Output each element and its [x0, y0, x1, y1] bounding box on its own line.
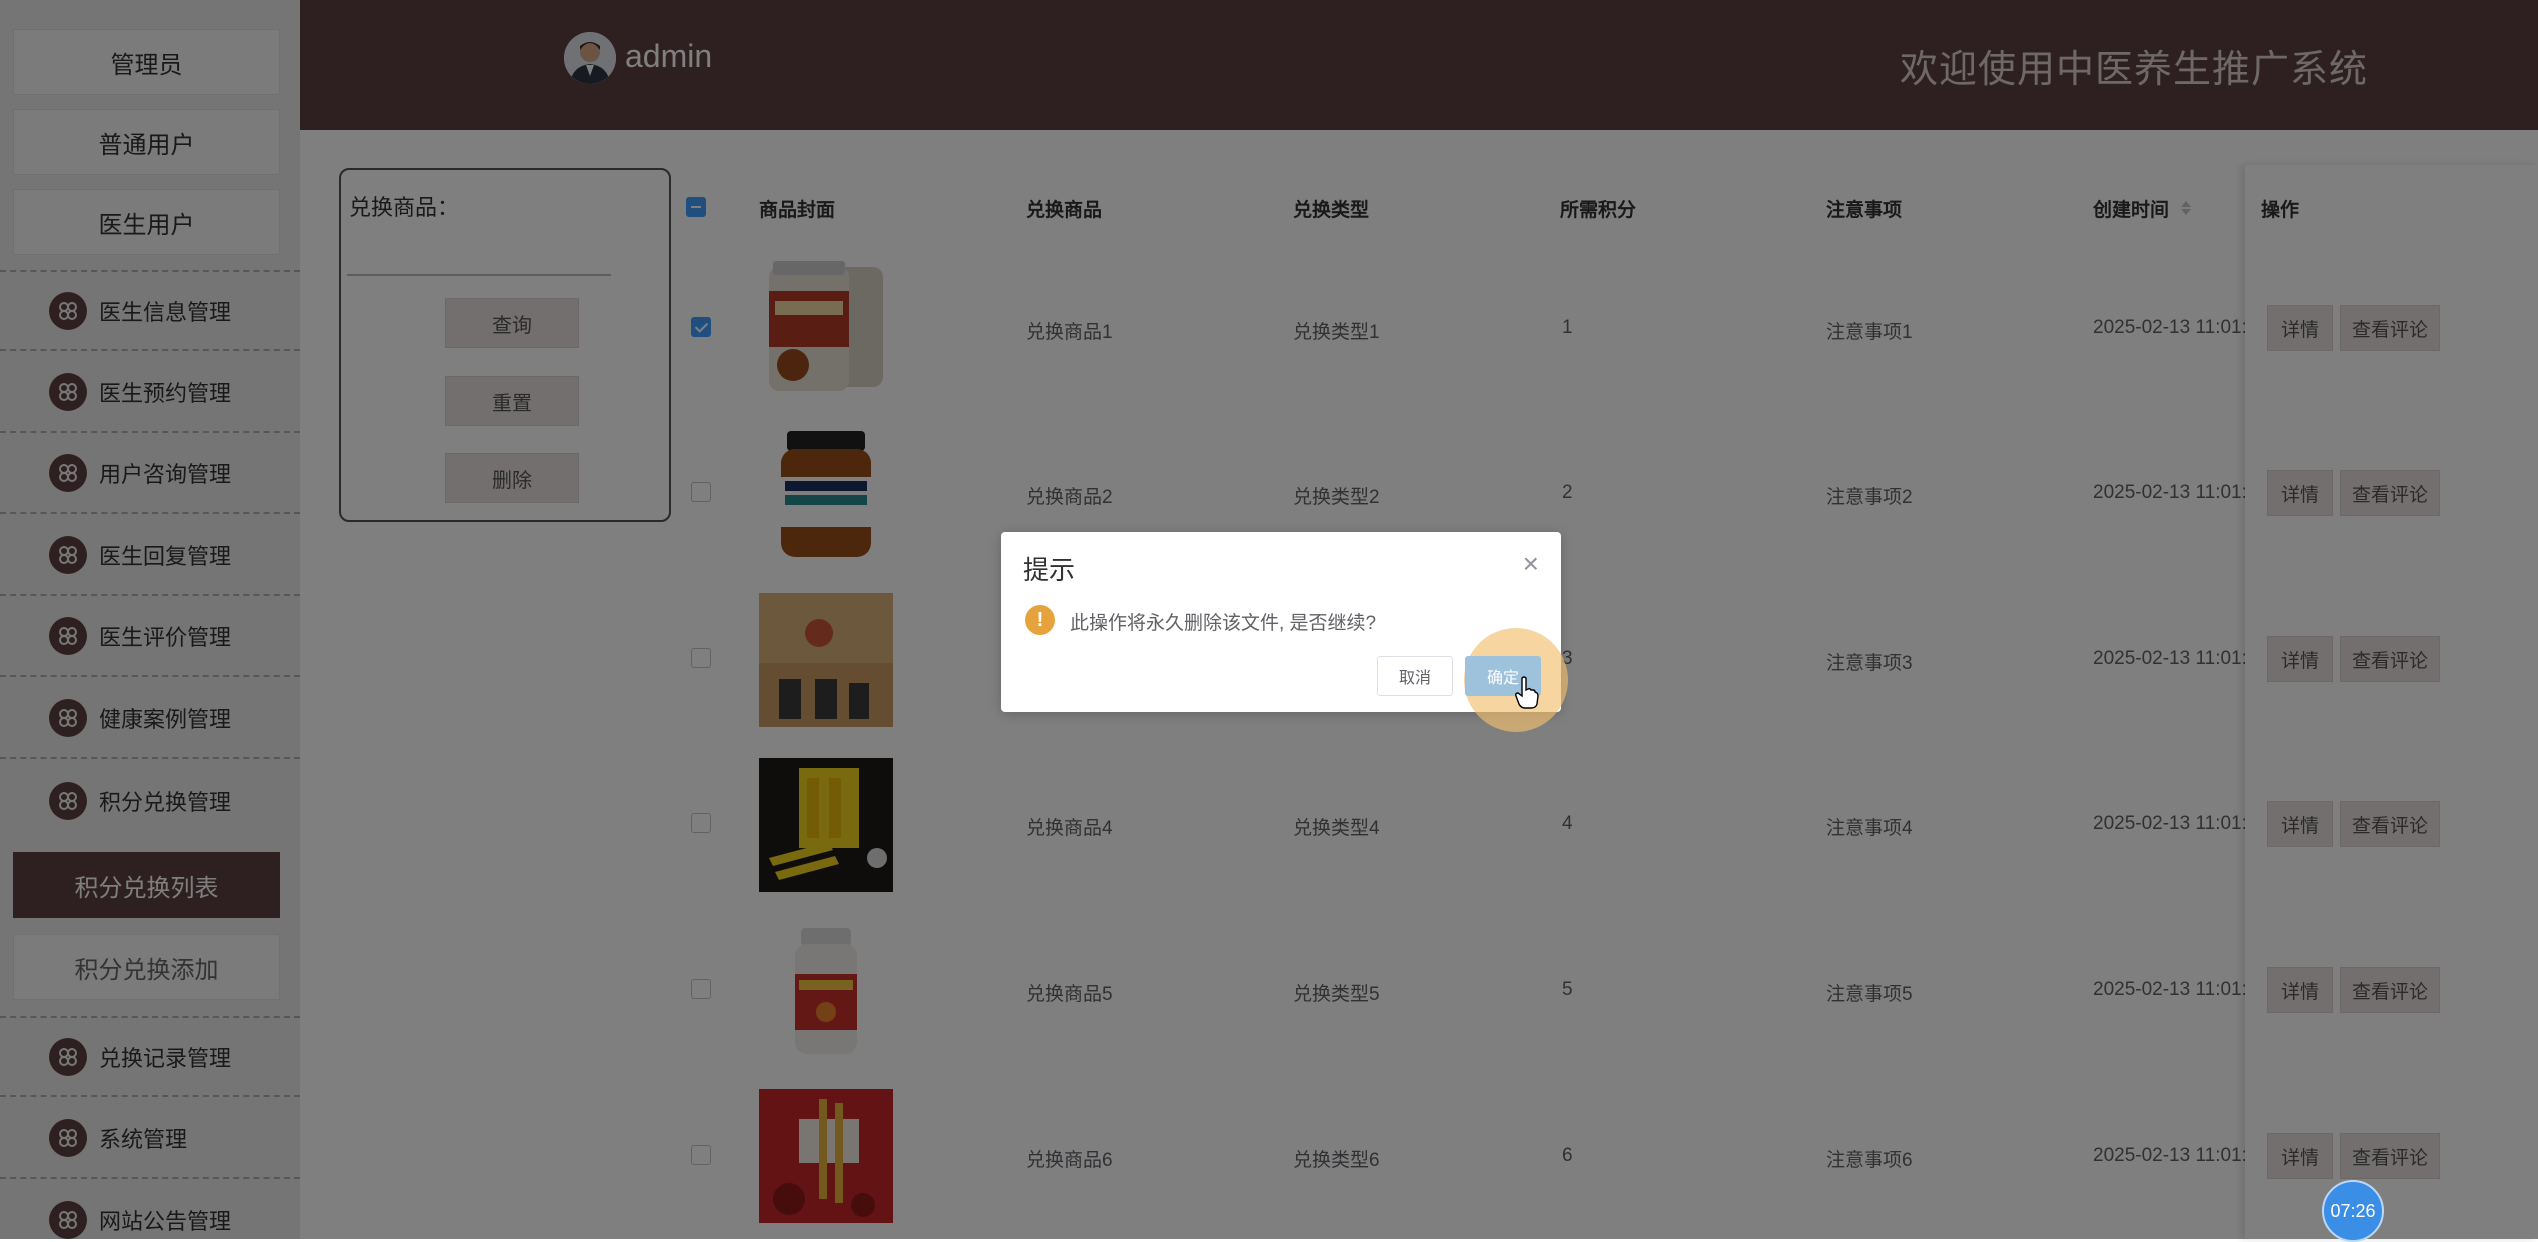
dialog-message: 此操作将永久删除该文件, 是否继续?: [1070, 613, 1377, 634]
hand-cursor-icon: [1515, 676, 1539, 715]
timer-badge[interactable]: 07:26: [2322, 1180, 2384, 1242]
warning-icon: !: [1025, 605, 1055, 635]
dialog-title: 提示: [1023, 555, 1076, 585]
close-icon[interactable]: ×: [1523, 548, 1539, 580]
cancel-button[interactable]: 取消: [1377, 656, 1453, 696]
confirm-dialog: 提示 × ! 此操作将永久删除该文件, 是否继续? 取消 确定: [1001, 532, 1568, 732]
